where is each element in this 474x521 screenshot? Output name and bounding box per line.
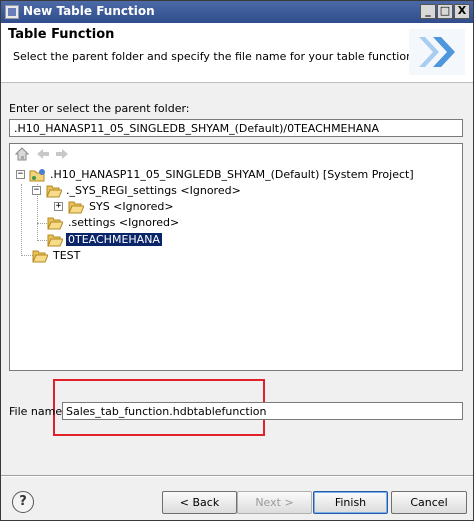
tree-item-sys-regi-settings[interactable]: − ._SYS_REGI_settings <Ignored>: [32, 183, 452, 199]
new-table-function-dialog: New Table Function _ □ X Table Function …: [0, 0, 474, 521]
help-icon[interactable]: ?: [12, 491, 34, 513]
tree-item-label: .settings <Ignored>: [68, 216, 180, 229]
tree-item-label: 0TEACHMEHANA: [66, 233, 162, 246]
button-bar-separator: [1, 475, 473, 477]
cancel-button[interactable]: Cancel: [391, 491, 467, 514]
wizard-description: Select the parent folder and specify the…: [13, 50, 417, 63]
open-folder-icon: [68, 201, 84, 214]
window-app-icon: [5, 5, 19, 19]
tree-item-sys[interactable]: + SYS <Ignored>: [54, 199, 254, 215]
file-name-label: File name:: [9, 405, 66, 418]
collapse-toggle[interactable]: −: [16, 170, 25, 179]
back-button[interactable]: < Back: [162, 491, 237, 514]
folder-tree[interactable]: − .H10_HANASP11_05_SINGLEDB_SHYAM_(Defau…: [9, 143, 463, 371]
open-folder-icon: [32, 250, 48, 263]
tree-item-project[interactable]: − .H10_HANASP11_05_SINGLEDB_SHYAM_(Defau…: [16, 167, 456, 183]
close-button[interactable]: X: [454, 4, 470, 19]
wizard-banner-icon: [409, 29, 465, 75]
window-title: New Table Function: [23, 4, 155, 18]
finish-button[interactable]: Finish: [313, 491, 388, 514]
tree-item-label: SYS <Ignored>: [89, 200, 174, 213]
file-name-input[interactable]: [62, 402, 463, 420]
tree-connector: [37, 240, 47, 241]
minimize-button[interactable]: _: [420, 4, 436, 19]
tree-item-0teachmehana[interactable]: 0TEACHMEHANA: [47, 232, 247, 248]
parent-folder-label: Enter or select the parent folder:: [9, 102, 190, 115]
tree-item-label: .H10_HANASP11_05_SINGLEDB_SHYAM_(Default…: [50, 168, 414, 181]
back-arrow-icon[interactable]: [35, 146, 51, 162]
title-bar[interactable]: New Table Function _ □ X: [1, 1, 473, 23]
forward-arrow-icon[interactable]: [54, 146, 70, 162]
tree-item-test[interactable]: TEST: [32, 248, 232, 264]
next-button[interactable]: Next >: [237, 491, 312, 514]
tree-item-label: ._SYS_REGI_settings <Ignored>: [66, 184, 241, 197]
open-folder-icon: [47, 217, 63, 230]
open-folder-icon: [47, 234, 63, 247]
project-folder-icon: [29, 169, 45, 182]
collapse-toggle[interactable]: −: [32, 186, 41, 195]
tree-item-settings[interactable]: .settings <Ignored>: [47, 215, 247, 231]
tree-connector: [21, 184, 22, 256]
tree-connector: [37, 223, 47, 224]
maximize-button[interactable]: □: [437, 4, 453, 19]
tree-item-label: TEST: [53, 249, 81, 262]
expand-toggle[interactable]: +: [54, 202, 63, 211]
open-folder-icon: [46, 185, 62, 198]
home-icon[interactable]: [14, 146, 30, 162]
wizard-title: Table Function: [8, 27, 115, 42]
parent-folder-input[interactable]: [9, 119, 463, 137]
wizard-header: Table Function Select the parent folder …: [1, 23, 473, 83]
